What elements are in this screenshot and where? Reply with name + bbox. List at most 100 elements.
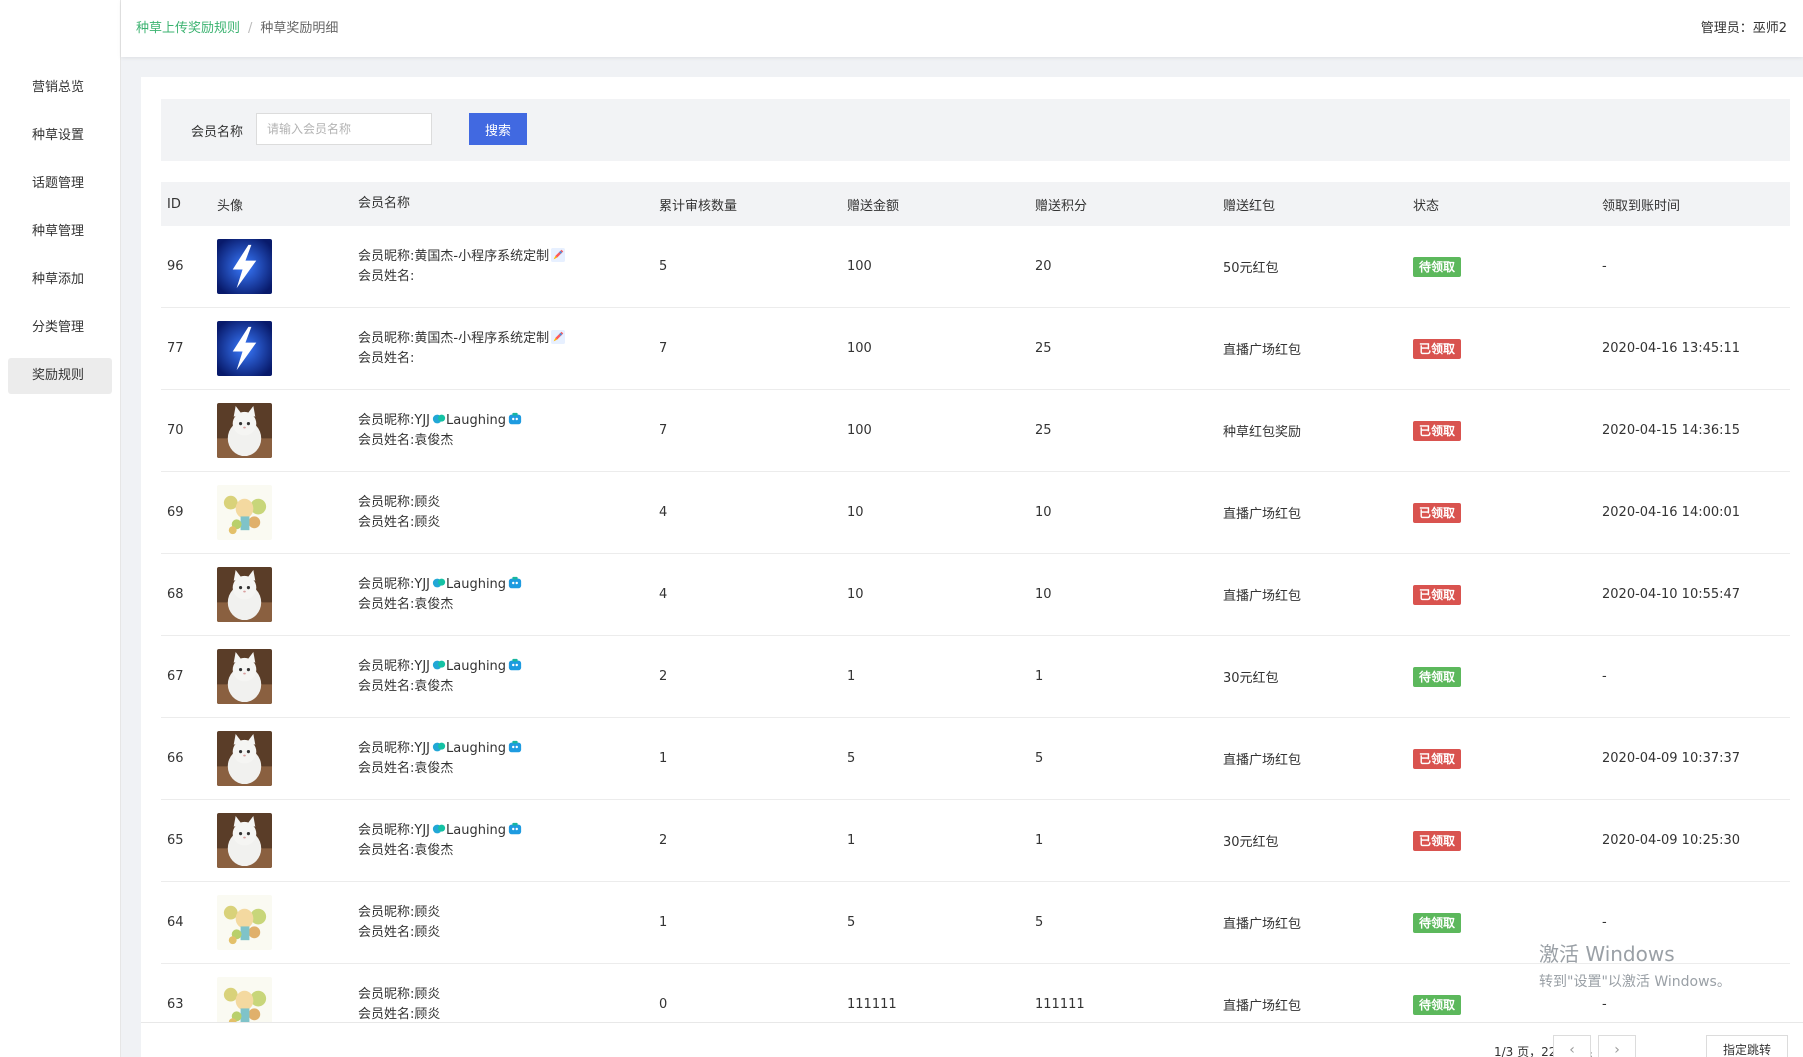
reward-table: ID 头像 会员名称 累计审核数量 赠送金额 赠送积分 赠送红包 状态 领取到账时间 96 会员昵… — [161, 182, 1790, 1046]
member-realname: 会员姓名: — [358, 350, 415, 366]
member-nickname: 会员昵称:YJJ Laughing — [358, 411, 659, 431]
cell-gift-redpack: 种草红包奖励 — [1223, 425, 1302, 440]
table-row: 67 会员昵称:YJJ Laughing 会员姓名:袁俊杰 2 1 1 30元红包 待领取 - — [161, 636, 1790, 718]
cell-member: 会员昵称:顾炎 会员姓名:顾炎 — [358, 903, 659, 943]
cell-id: 64 — [167, 915, 184, 930]
main-panel: 会员名称 搜索 ID头像会员名称累计审核数量赠送金额赠送积分赠送红包状态领取到账… — [141, 77, 1803, 1057]
cell-member: 会员昵称:YJJ Laughing 会员姓名:袁俊杰 — [358, 821, 659, 861]
avatar — [217, 485, 272, 540]
cell-gift-redpack: 直播广场红包 — [1223, 343, 1302, 358]
avatar — [217, 403, 272, 458]
column-header-id: ID — [167, 196, 181, 212]
cell-receive-time: - — [1602, 669, 1607, 684]
avatar — [217, 731, 272, 786]
cell-gift-points: 1 — [1035, 669, 1044, 684]
member-nickname: 会员昵称:顾炎 — [358, 494, 441, 510]
breadcrumb-link[interactable]: 种草上传奖励规则 — [136, 21, 240, 36]
cell-gift-amount: 5 — [847, 751, 856, 766]
cell-review-count: 1 — [659, 915, 668, 930]
status-badge: 已领取 — [1413, 338, 1462, 359]
cell-review-count: 2 — [659, 669, 668, 684]
cell-id: 65 — [167, 833, 184, 848]
cell-review-count: 7 — [659, 423, 668, 438]
cell-member: 会员昵称:YJJ Laughing 会员姓名:袁俊杰 — [358, 739, 659, 779]
admin-user[interactable]: 管理员：巫师2 — [1701, 17, 1787, 36]
member-realname: 会员姓名:袁俊杰 — [358, 760, 454, 776]
member-realname: 会员姓名:顾炎 — [358, 924, 441, 940]
member-nickname: 会员昵称:黄国杰-小程序系统定制 — [358, 329, 659, 349]
cell-gift-points: 111111 — [1035, 997, 1085, 1012]
cell-gift-redpack: 直播广场红包 — [1223, 507, 1302, 522]
member-realname: 会员姓名: — [358, 268, 415, 284]
table-header: ID 头像 会员名称 累计审核数量 赠送金额 赠送积分 赠送红包 状态 领取到账时间 — [161, 182, 1790, 226]
table-row: 68 会员昵称:YJJ Laughing 会员姓名:袁俊杰 4 10 10 直播广场红包 已领取… — [161, 554, 1790, 636]
avatar — [217, 321, 272, 376]
cell-gift-points: 10 — [1035, 505, 1052, 520]
cell-gift-points: 10 — [1035, 587, 1052, 602]
table-row: 69 会员昵称:顾炎 会员姓名:顾炎 4 10 10 直播广场红包 已领取 2020-04-16… — [161, 472, 1790, 554]
cell-review-count: 0 — [659, 997, 668, 1012]
cell-gift-redpack: 直播广场红包 — [1223, 999, 1302, 1014]
table-row: 66 会员昵称:YJJ Laughing 会员姓名:袁俊杰 1 5 5 直播广场红包 已领取 20… — [161, 718, 1790, 800]
avatar — [217, 813, 272, 868]
search-button[interactable]: 搜索 — [469, 113, 527, 145]
watermark-subtitle: 转到"设置"以激活 Windows。 — [1539, 974, 1731, 990]
cell-member: 会员昵称:YJJ Laughing 会员姓名:袁俊杰 — [358, 657, 659, 697]
status-badge: 已领取 — [1413, 584, 1462, 605]
sidebar-item[interactable]: 种草管理 — [8, 214, 112, 250]
cell-gift-amount: 5 — [847, 915, 856, 930]
cell-id: 67 — [167, 669, 184, 684]
top-bar: 种草上传奖励规则 / 种草奖励明细 管理员：巫师2 — [121, 0, 1803, 57]
watermark-title: 激活 Windows — [1539, 942, 1675, 966]
column-header-member-name: 会员名称 — [358, 196, 411, 211]
sidebar-item[interactable]: 种草添加 — [8, 262, 112, 298]
cell-review-count: 2 — [659, 833, 668, 848]
cell-gift-redpack: 30元红包 — [1223, 835, 1279, 850]
sidebar-item[interactable]: 奖励规则 — [8, 358, 112, 394]
table-row: 70 会员昵称:YJJ Laughing 会员姓名:袁俊杰 7 100 25 种草红包奖励 已领… — [161, 390, 1790, 472]
member-realname: 会员姓名:袁俊杰 — [358, 596, 454, 612]
cell-gift-redpack: 直播广场红包 — [1223, 589, 1302, 604]
next-page-button[interactable]: › — [1598, 1035, 1636, 1057]
table-row: 65 会员昵称:YJJ Laughing 会员姓名:袁俊杰 2 1 1 30元红包 已领取 202… — [161, 800, 1790, 882]
cell-gift-points: 5 — [1035, 751, 1044, 766]
avatar — [217, 895, 272, 950]
cell-gift-redpack: 30元红包 — [1223, 671, 1279, 686]
cell-gift-amount: 100 — [847, 259, 872, 274]
member-realname: 会员姓名:袁俊杰 — [358, 432, 454, 448]
cell-review-count: 4 — [659, 505, 668, 520]
member-nickname: 会员昵称:YJJ Laughing — [358, 657, 659, 677]
cell-member: 会员昵称:YJJ Laughing 会员姓名:袁俊杰 — [358, 575, 659, 615]
column-header-avatar: 头像 — [217, 198, 244, 214]
sidebar-item[interactable]: 种草设置 — [8, 118, 112, 154]
status-badge: 待领取 — [1413, 666, 1462, 687]
search-bar: 会员名称 搜索 — [161, 99, 1790, 161]
cell-receive-time: - — [1602, 259, 1607, 274]
member-realname: 会员姓名:顾炎 — [358, 514, 441, 530]
status-badge: 已领取 — [1413, 830, 1462, 851]
cell-gift-points: 1 — [1035, 833, 1044, 848]
jump-to-page-button[interactable]: 指定跳转 — [1706, 1035, 1788, 1057]
cell-id: 77 — [167, 341, 184, 356]
sidebar-item[interactable]: 分类管理 — [8, 310, 112, 346]
prev-page-button[interactable]: ‹ — [1553, 1035, 1591, 1057]
cell-gift-amount: 1 — [847, 833, 856, 848]
breadcrumb-current: 种草奖励明细 — [260, 21, 339, 36]
cell-receive-time: - — [1602, 915, 1607, 930]
cell-member: 会员昵称:YJJ Laughing 会员姓名:袁俊杰 — [358, 411, 659, 451]
sidebar-menu: 营销总览种草设置话题管理种草管理种草添加分类管理奖励规则 — [0, 0, 120, 394]
cell-receive-time: 2020-04-09 10:37:37 — [1602, 751, 1741, 766]
sidebar-item[interactable]: 话题管理 — [8, 166, 112, 202]
windows-activation-watermark: 激活 Windows 转到"设置"以激活 Windows。 — [1539, 938, 1731, 991]
breadcrumb: 种草上传奖励规则 / 种草奖励明细 — [136, 17, 338, 36]
column-header-gift-redpack: 赠送红包 — [1223, 198, 1276, 214]
cell-id: 63 — [167, 997, 184, 1012]
chevron-right-icon: › — [1614, 1042, 1620, 1057]
cell-gift-points: 5 — [1035, 915, 1044, 930]
cell-member: 会员昵称:黄国杰-小程序系统定制 会员姓名: — [358, 329, 659, 369]
cell-gift-points: 25 — [1035, 341, 1052, 356]
sidebar-item[interactable]: 营销总览 — [8, 70, 112, 106]
member-name-search-input[interactable] — [256, 113, 432, 145]
table-row: 96 会员昵称:黄国杰-小程序系统定制 会员姓名: 5 100 20 50元红包 待领取 - — [161, 226, 1790, 308]
member-nickname: 会员昵称:YJJ Laughing — [358, 739, 659, 759]
